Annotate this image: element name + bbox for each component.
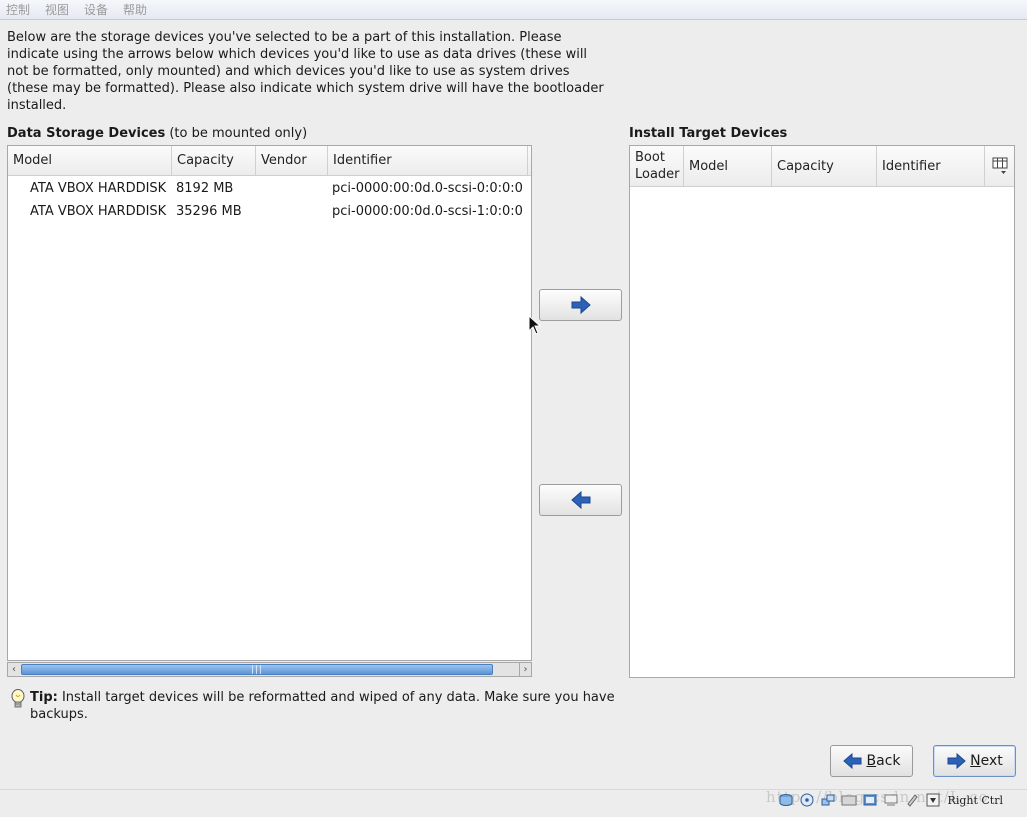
install-target-heading: Install Target Devices: [629, 126, 787, 141]
row-capacity: 8192 MB: [176, 181, 234, 196]
next-rest: ext: [980, 753, 1003, 769]
scroll-left-icon[interactable]: ‹: [8, 663, 20, 676]
row-model: ATA VBOX HARDDISK: [30, 204, 167, 219]
tip-text: Install target devices will be reformatt…: [30, 690, 615, 722]
col-capacity[interactable]: Capacity: [772, 146, 877, 186]
col-identifier[interactable]: Identifier: [328, 146, 528, 175]
col-model[interactable]: Model: [684, 146, 772, 186]
display-icon[interactable]: [882, 792, 900, 808]
table-row[interactable]: ATA VBOX HARDDISK 35296 MB pci-0000:00:0…: [8, 200, 531, 223]
menu-devices[interactable]: 设备: [84, 1, 108, 18]
data-storage-table[interactable]: Model Capacity Vendor Identifier ATA VBO…: [7, 145, 532, 661]
col-boot-loader[interactable]: Boot Loader: [630, 146, 684, 186]
menu-control[interactable]: 控制: [6, 1, 30, 18]
back-button[interactable]: Back: [830, 745, 913, 777]
col-capacity[interactable]: Capacity: [172, 146, 256, 175]
usb-icon[interactable]: [840, 792, 858, 808]
next-mnemonic: N: [970, 753, 981, 769]
lightbulb-icon: [10, 689, 28, 723]
scroll-right-icon[interactable]: ›: [519, 663, 531, 676]
row-identifier: pci-0000:00:0d.0-scsi-1:0:0:0: [332, 204, 523, 219]
add-to-target-button[interactable]: [539, 289, 622, 321]
arrow-left-icon: [570, 491, 590, 509]
data-storage-subtitle: (to be mounted only): [169, 126, 308, 141]
install-target-header: Boot Loader Model Capacity Identifier: [630, 146, 1014, 187]
tip-message: Tip: Install target devices will be refo…: [10, 689, 630, 723]
next-button[interactable]: Next: [933, 745, 1016, 777]
status-tray: Right Ctrl: [777, 792, 1003, 808]
install-target-title: Install Target Devices: [629, 126, 788, 141]
horizontal-scrollbar[interactable]: ‹ ||| ›: [7, 662, 532, 677]
back-arrow-icon: [842, 753, 861, 769]
col-boot-loader-label: Boot Loader: [635, 150, 680, 182]
install-target-table[interactable]: Boot Loader Model Capacity Identifier: [629, 145, 1015, 678]
next-button-label: Next: [970, 753, 1003, 769]
col-vendor[interactable]: Vendor: [256, 146, 328, 175]
scrollbar-thumb[interactable]: |||: [21, 664, 493, 675]
vm-menubar: 控制 视图 设备 帮助: [0, 0, 1027, 20]
menu-view[interactable]: 视图: [45, 1, 69, 18]
table-row[interactable]: ATA VBOX HARDDISK 8192 MB pci-0000:00:0d…: [8, 177, 531, 200]
arrow-right-icon: [571, 296, 591, 314]
data-storage-heading: Data Storage Devices (to be mounted only…: [7, 126, 307, 141]
host-key-label: Right Ctrl: [947, 793, 1003, 807]
menu-help[interactable]: 帮助: [123, 1, 147, 18]
col-identifier[interactable]: Identifier: [877, 146, 985, 186]
keyboard-capture-icon[interactable]: [924, 792, 942, 808]
column-chooser-icon[interactable]: [985, 146, 1014, 186]
optical-drive-icon[interactable]: [798, 792, 816, 808]
data-storage-title: Data Storage Devices: [7, 126, 166, 141]
back-rest: ack: [876, 753, 901, 769]
shared-folders-icon[interactable]: [861, 792, 879, 808]
hard-disk-icon[interactable]: [777, 792, 795, 808]
col-model[interactable]: Model: [8, 146, 172, 175]
remove-from-target-button[interactable]: [539, 484, 622, 516]
data-storage-header: Model Capacity Vendor Identifier: [8, 146, 531, 176]
row-model: ATA VBOX HARDDISK: [30, 181, 167, 196]
back-mnemonic: B: [866, 753, 877, 769]
intro-text: Below are the storage devices you've sel…: [7, 30, 604, 113]
row-capacity: 35296 MB: [176, 204, 242, 219]
mouse-integration-icon[interactable]: [903, 792, 921, 808]
row-identifier: pci-0000:00:0d.0-scsi-0:0:0:0: [332, 181, 523, 196]
network-icon[interactable]: [819, 792, 837, 808]
next-arrow-icon: [947, 753, 966, 769]
mouse-cursor-icon: [528, 315, 542, 335]
back-button-label: Back: [867, 753, 901, 769]
tip-label: Tip:: [30, 690, 58, 705]
